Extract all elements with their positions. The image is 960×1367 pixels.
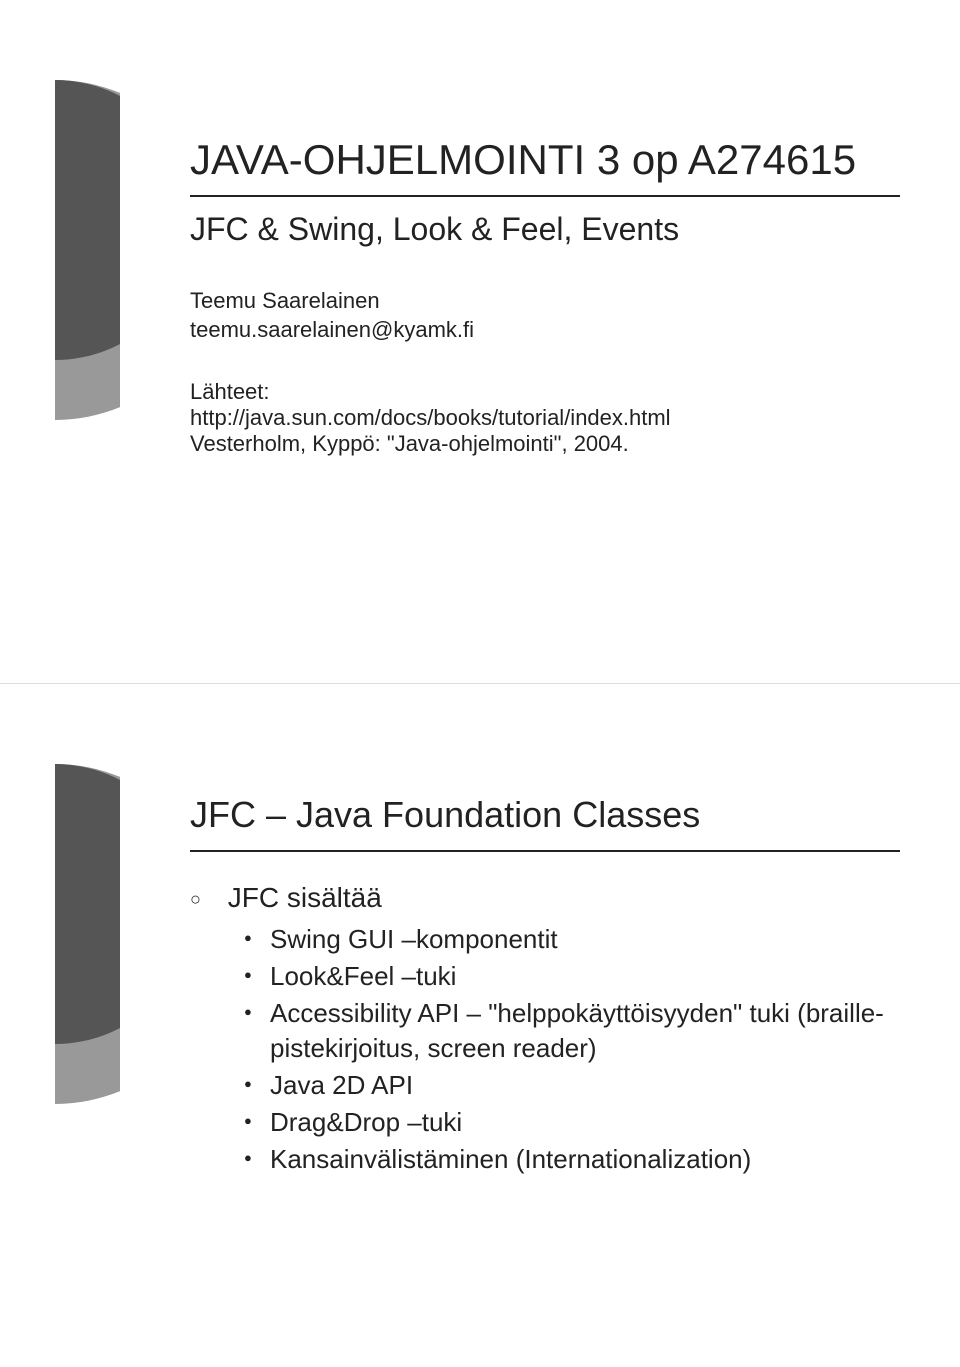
decorative-arcs-icon — [0, 80, 120, 420]
source-book: Vesterholm, Kyppö: "Java-ohjelmointi", 2… — [190, 431, 900, 457]
list-item: JFC sisältää Swing GUI –komponentit Look… — [190, 882, 900, 1178]
list-title: JFC sisältää — [228, 882, 382, 913]
title-rule — [190, 195, 900, 197]
author-email: teemu.saarelainen@kyamk.fi — [190, 317, 900, 343]
slide-subtitle: JFC & Swing, Look & Feel, Events — [190, 211, 900, 248]
list-item: Kansainvälistäminen (Internationalizatio… — [244, 1142, 900, 1177]
slide-title: JAVA-OHJELMOINTI 3 op A274615 — [190, 135, 900, 185]
list-item: Look&Feel –tuki — [244, 959, 900, 994]
source-link: http://java.sun.com/docs/books/tutorial/… — [190, 405, 900, 431]
slide-content: JFC – Java Foundation Classes JFC sisält… — [190, 684, 900, 1178]
list-item: Swing GUI –komponentit — [244, 922, 900, 957]
slide-heading: JFC – Java Foundation Classes — [190, 794, 900, 836]
author-name: Teemu Saarelainen — [190, 288, 900, 314]
heading-rule — [190, 850, 900, 852]
inner-list: Swing GUI –komponentit Look&Feel –tuki A… — [244, 922, 900, 1178]
decorative-arcs-icon — [0, 764, 120, 1104]
slide-2: JFC – Java Foundation Classes JFC sisält… — [0, 684, 960, 1367]
slide-content: JAVA-OHJELMOINTI 3 op A274615 JFC & Swin… — [190, 0, 900, 457]
list-item: Drag&Drop –tuki — [244, 1105, 900, 1140]
list-item: Accessibility API – "helppokäyttöisyyden… — [244, 996, 900, 1066]
outer-list: JFC sisältää Swing GUI –komponentit Look… — [190, 882, 900, 1178]
list-item: Java 2D API — [244, 1068, 900, 1103]
slide-1: JAVA-OHJELMOINTI 3 op A274615 JFC & Swin… — [0, 0, 960, 684]
sources-label: Lähteet: — [190, 379, 900, 405]
